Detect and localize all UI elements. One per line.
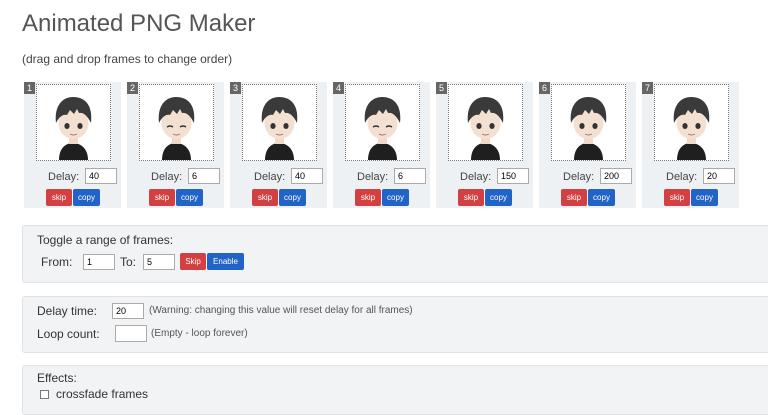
frame-thumbnail[interactable] (139, 84, 214, 161)
delay-input[interactable] (85, 168, 117, 184)
delay-input[interactable] (600, 168, 632, 184)
copy-button[interactable]: copy (485, 189, 512, 206)
delay-input[interactable] (291, 168, 323, 184)
character-image (261, 97, 298, 160)
skip-button[interactable]: skip (149, 189, 175, 206)
effects-panel: Effects: crossfade frames (22, 365, 768, 415)
from-input[interactable] (83, 254, 115, 270)
page-title: Animated PNG Maker (22, 10, 256, 37)
delay-input[interactable] (703, 168, 735, 184)
delay-time-input[interactable] (112, 303, 144, 319)
frame-number: 2 (127, 82, 138, 94)
crossfade-checkbox[interactable] (40, 390, 49, 399)
frames-strip: 1 Delay: skip copy 2 (24, 82, 768, 208)
delay-time-warning: (Warning: changing this value will reset… (149, 305, 413, 316)
character-image (55, 97, 92, 160)
frame-thumbnail[interactable] (551, 84, 626, 161)
delay-label: Delay: (254, 171, 286, 183)
frame-thumbnail[interactable] (36, 84, 111, 161)
delay-time-label: Delay time: (37, 304, 98, 318)
toggle-range-heading: Toggle a range of frames: (37, 233, 174, 247)
frame-thumbnail[interactable] (242, 84, 317, 161)
frame-number: 4 (333, 82, 344, 94)
copy-button[interactable]: copy (588, 189, 615, 206)
delay-label: Delay: (460, 171, 492, 183)
delay-label: Delay: (563, 171, 595, 183)
frame-card[interactable]: 3 Delay: skip copy (230, 82, 327, 208)
frame-card[interactable]: 2 Delay: skip copy (127, 82, 224, 208)
skip-button[interactable]: skip (458, 189, 484, 206)
copy-button[interactable]: copy (73, 189, 100, 206)
skip-button[interactable]: skip (355, 189, 381, 206)
skip-button[interactable]: skip (46, 189, 72, 206)
frame-thumbnail[interactable] (345, 84, 420, 161)
range-skip-button[interactable]: Skip (180, 253, 206, 270)
copy-button[interactable]: copy (691, 189, 718, 206)
skip-button[interactable]: skip (664, 189, 690, 206)
frame-number: 1 (24, 82, 35, 94)
delay-label: Delay: (151, 171, 183, 183)
frame-card[interactable]: 4 Delay: skip copy (333, 82, 430, 208)
page-subtitle: (drag and drop frames to change order) (22, 52, 233, 66)
loop-count-label: Loop count: (37, 327, 100, 341)
range-enable-button[interactable]: Enable (207, 253, 244, 270)
frame-card[interactable]: 6 Delay: skip copy (539, 82, 636, 208)
character-image (364, 97, 401, 160)
settings-panel: Delay time: (Warning: changing this valu… (22, 296, 768, 353)
to-input[interactable] (143, 254, 175, 270)
delay-input[interactable] (394, 168, 426, 184)
toggle-range-panel: Toggle a range of frames: From: To: Skip… (22, 225, 768, 283)
skip-button[interactable]: skip (252, 189, 278, 206)
character-image (158, 97, 195, 160)
frame-card[interactable]: 5 Delay: skip copy (436, 82, 533, 208)
frame-number: 6 (539, 82, 550, 94)
frame-number: 7 (642, 82, 653, 94)
copy-button[interactable]: copy (279, 189, 306, 206)
frame-thumbnail[interactable] (654, 84, 729, 161)
delay-label: Delay: (48, 171, 80, 183)
delay-label: Delay: (666, 171, 698, 183)
frame-card[interactable]: 1 Delay: skip copy (24, 82, 121, 208)
to-label: To: (120, 255, 137, 269)
delay-input[interactable] (188, 168, 220, 184)
frame-number: 3 (230, 82, 241, 94)
effects-heading: Effects: (37, 371, 77, 385)
copy-button[interactable]: copy (382, 189, 409, 206)
crossfade-label[interactable]: crossfade frames (56, 387, 148, 401)
frame-number: 5 (436, 82, 447, 94)
loop-count-note: (Empty - loop forever) (151, 328, 248, 339)
from-label: From: (41, 255, 73, 269)
delay-label: Delay: (357, 171, 389, 183)
character-image (673, 97, 710, 160)
frame-card[interactable]: 7 Delay: skip copy (642, 82, 739, 208)
character-image (570, 97, 607, 160)
frame-thumbnail[interactable] (448, 84, 523, 161)
character-image (467, 97, 504, 160)
skip-button[interactable]: skip (561, 189, 587, 206)
copy-button[interactable]: copy (176, 189, 203, 206)
loop-count-input[interactable] (115, 325, 147, 342)
delay-input[interactable] (497, 168, 529, 184)
